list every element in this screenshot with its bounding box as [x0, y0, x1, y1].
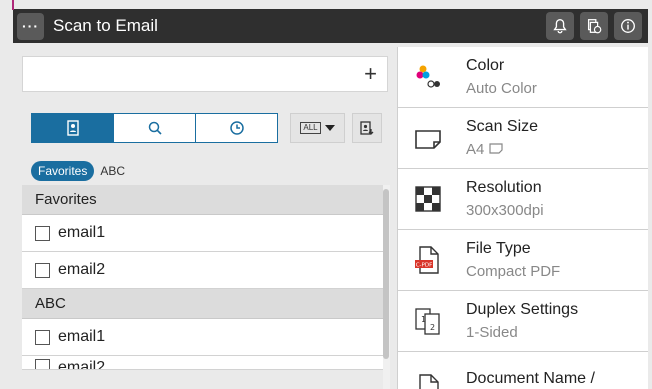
- chevron-down-icon: [324, 125, 335, 131]
- address-panel: + ALL Favorites ABC Favorites email1 ema…: [19, 52, 396, 389]
- favorites-chip[interactable]: Favorites: [31, 161, 95, 181]
- setting-document-name[interactable]: Document Name /: [397, 352, 648, 389]
- svg-text:2: 2: [430, 323, 435, 332]
- setting-label: Duplex Settings: [466, 301, 579, 318]
- list-item[interactable]: email2: [22, 252, 383, 289]
- list-item-label: email2: [58, 261, 106, 278]
- color-icon: [416, 65, 440, 88]
- list-item-label: email1: [58, 224, 106, 241]
- filter-dropdown[interactable]: ALL: [290, 113, 345, 143]
- register-address-icon: [360, 121, 374, 135]
- scan-size-icon: [415, 130, 441, 149]
- address-list: Favorites email1 email2 ABC email1 email…: [22, 185, 383, 370]
- settings-panel: Color Auto Color Scan Size A4 Resolution…: [397, 47, 648, 389]
- checkbox[interactable]: [35, 225, 50, 241]
- file-type-icon: C-PDF: [415, 246, 439, 274]
- setting-color[interactable]: Color Auto Color: [397, 47, 648, 108]
- bell-icon[interactable]: [546, 12, 574, 40]
- setting-label: Document Name /: [466, 370, 595, 387]
- checkbox[interactable]: [35, 262, 50, 278]
- setting-value: 1-Sided: [466, 324, 518, 341]
- top-bar: ··· Scan to Email: [13, 9, 648, 43]
- list-item[interactable]: email2: [22, 356, 383, 370]
- search-icon: [148, 121, 162, 135]
- scrollbar-thumb[interactable]: [383, 189, 389, 359]
- resolution-icon: [415, 186, 441, 212]
- history-tab[interactable]: [195, 114, 277, 142]
- setting-label: Resolution: [466, 179, 542, 196]
- add-destination-row[interactable]: +: [22, 56, 388, 92]
- info-icon[interactable]: [614, 12, 642, 40]
- top-marker: [12, 0, 14, 10]
- plus-icon[interactable]: +: [364, 61, 377, 87]
- setting-value: A4: [466, 141, 503, 158]
- list-item-label: email2: [58, 359, 106, 370]
- checkbox[interactable]: [35, 359, 50, 369]
- group-header: Favorites: [22, 185, 383, 215]
- history-icon: [229, 121, 244, 135]
- document-name-icon: [419, 374, 439, 389]
- setting-file-type[interactable]: C-PDF File Type Compact PDF: [397, 230, 648, 291]
- setting-resolution[interactable]: Resolution 300x300dpi: [397, 169, 648, 230]
- address-tabs: [31, 113, 278, 143]
- setting-value: 300x300dpi: [466, 202, 544, 219]
- list-item[interactable]: email1: [22, 319, 383, 356]
- setting-duplex[interactable]: 1 2 Duplex Settings 1-Sided: [397, 291, 648, 352]
- register-address-button[interactable]: [352, 113, 382, 143]
- setting-value: Auto Color: [466, 80, 537, 97]
- checkbox[interactable]: [35, 329, 50, 345]
- setting-label: Scan Size: [466, 118, 539, 135]
- svg-text:C-PDF: C-PDF: [416, 263, 433, 269]
- list-item[interactable]: email1: [22, 215, 383, 252]
- page-title: Scan to Email: [53, 16, 158, 35]
- setting-label: File Type: [466, 240, 531, 257]
- abc-chip[interactable]: ABC: [100, 164, 125, 178]
- svg-text:1: 1: [421, 315, 426, 324]
- landscape-page-icon: [488, 143, 503, 154]
- menu-button[interactable]: ···: [17, 12, 44, 40]
- address-book-tab[interactable]: [32, 114, 113, 142]
- job-status-icon[interactable]: [580, 12, 608, 40]
- filter-label: ALL: [300, 122, 321, 134]
- group-header: ABC: [22, 289, 383, 319]
- search-tab[interactable]: [113, 114, 195, 142]
- list-item-label: email1: [58, 328, 106, 345]
- duplex-icon: 1 2: [415, 308, 440, 335]
- setting-scan-size[interactable]: Scan Size A4: [397, 108, 648, 169]
- setting-label: Color: [466, 57, 505, 74]
- address-book-icon: [66, 120, 79, 136]
- setting-value: Compact PDF: [466, 263, 561, 280]
